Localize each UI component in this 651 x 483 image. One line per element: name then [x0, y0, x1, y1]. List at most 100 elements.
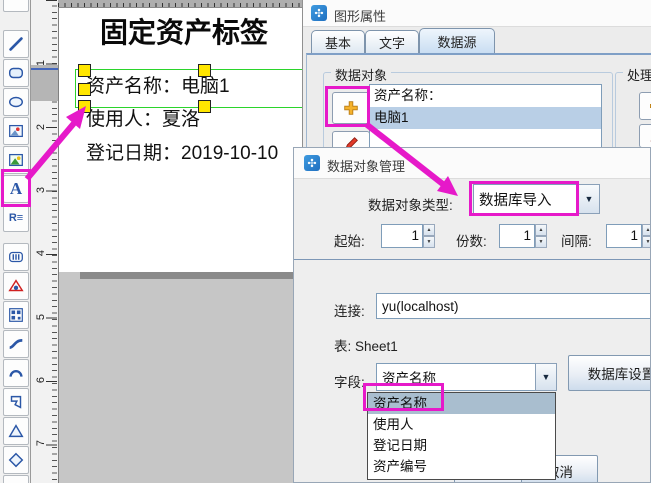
chevron-down-icon: ▼: [584, 194, 594, 204]
rounded-rect-tool-button[interactable]: [3, 59, 29, 87]
data-object-type-label: 数据对象类型:: [368, 198, 453, 213]
selection-handle[interactable]: [78, 83, 91, 96]
graphic-properties-dialog: ✣ 图形属性 基本 文字 数据源 数据对象 资产名称： 电脑1 处理: [302, 0, 651, 148]
tab-label: 数据源: [437, 35, 477, 50]
tab-basic[interactable]: 基本: [311, 30, 365, 54]
spinner-up-icon[interactable]: ▲: [423, 224, 435, 236]
label-field-date[interactable]: 登记日期：2019-10-10: [86, 138, 278, 165]
dropdown-item-selected[interactable]: 资产名称: [368, 393, 555, 414]
richtext-tool-button[interactable]: R≡: [3, 204, 29, 232]
curve-tool-button[interactable]: [3, 330, 29, 358]
page-shadow: [80, 272, 302, 279]
start-label: 起始:: [334, 234, 365, 249]
field-label: 字段:: [334, 375, 365, 390]
connection-field[interactable]: yu(localhost): [376, 293, 650, 319]
ruler-number: 4: [35, 249, 47, 257]
separator: [294, 259, 650, 260]
ruler-number: 7: [35, 439, 47, 447]
data-object-type-value[interactable]: 数据库导入: [473, 184, 577, 214]
start-spinner[interactable]: 1 ▲ ▼: [381, 224, 435, 248]
list-item[interactable]: 资产名称：: [370, 85, 601, 107]
curve-icon: [9, 339, 23, 349]
process-add-button[interactable]: [639, 92, 651, 120]
spinner-up-icon[interactable]: ▲: [642, 224, 650, 236]
richtext-icon: R≡: [8, 212, 24, 224]
text-tool-button[interactable]: A: [3, 175, 29, 203]
polygon-tool-button[interactable]: [3, 388, 29, 416]
copies-spinner[interactable]: 1 ▲ ▼: [499, 224, 547, 248]
spinner-up-icon[interactable]: ▲: [535, 224, 547, 236]
plus-icon: [344, 101, 358, 115]
group-title: 数据对象: [331, 65, 392, 84]
image-icon: [9, 124, 23, 138]
arc-tool-button[interactable]: [3, 359, 29, 387]
ruler-ticks: [58, 3, 302, 7]
copies-label: 份数:: [456, 234, 487, 249]
dropdown-item[interactable]: 资产编号: [368, 456, 555, 477]
label-field-user[interactable]: 使用人：夏洛: [86, 104, 200, 131]
add-data-object-button[interactable]: [332, 92, 370, 124]
tab-label: 基本: [324, 36, 351, 51]
type-dropdown-button[interactable]: ▼: [578, 184, 600, 214]
image-tool-button[interactable]: [3, 117, 29, 145]
diamond-icon: [8, 452, 24, 468]
barcode-tool-button[interactable]: [3, 243, 29, 271]
group-title: 处理: [623, 65, 651, 84]
spinner-down-icon[interactable]: ▼: [535, 236, 547, 248]
barcode-icon: [9, 251, 23, 263]
spinner-value[interactable]: 1: [499, 224, 535, 248]
picture-icon: [9, 153, 23, 167]
polygon-icon: [10, 395, 22, 409]
selection-handle[interactable]: [78, 64, 91, 77]
field-dropdown-list: 资产名称 使用人 登记日期 资产编号: [367, 392, 556, 480]
interval-spinner[interactable]: 1 ▲ ▼: [606, 224, 650, 248]
connection-label: 连接:: [334, 304, 365, 319]
dialog-title: 数据对象管理: [327, 159, 406, 174]
tab-datasource[interactable]: 数据源: [419, 28, 495, 54]
spinner-down-icon[interactable]: ▼: [423, 236, 435, 248]
process-edit-button[interactable]: [639, 124, 651, 148]
spinner-value[interactable]: 1: [381, 224, 423, 248]
dialog-titlebar[interactable]: ✣ 数据对象管理: [294, 148, 650, 179]
selection-handle[interactable]: [198, 100, 211, 113]
diamond-tool-button[interactable]: [3, 446, 29, 474]
edit-data-object-button[interactable]: [332, 131, 370, 148]
triangle-tool-button[interactable]: [3, 417, 29, 445]
spinner-down-icon[interactable]: ▼: [642, 236, 650, 248]
rotate-icon: [11, 0, 12, 1]
data-object-manager-dialog: ✣ 数据对象管理 数据对象类型: 数据库导入 ▼ 起始: 1 ▲ ▼ 份数: 1 …: [293, 147, 651, 483]
dropdown-item[interactable]: 登记日期: [368, 435, 555, 456]
data-object-list: 资产名称： 电脑1: [369, 84, 602, 148]
spinner-value[interactable]: 1: [606, 224, 642, 248]
picture-tool-button[interactable]: [3, 146, 29, 174]
rounded-rect-icon: [8, 67, 24, 79]
arc-icon: [9, 370, 23, 377]
field-dropdown-button[interactable]: ▼: [535, 363, 557, 391]
qrcode-tool-button[interactable]: [3, 301, 29, 329]
ruler-selection-extent: [31, 65, 58, 101]
shape-toolbar: A R≡: [0, 0, 31, 483]
qrcode-icon: [9, 308, 23, 322]
dialog-title: 图形属性: [334, 9, 387, 24]
list-item-selected[interactable]: 电脑1: [370, 107, 601, 129]
dialog-titlebar[interactable]: ✣ 图形属性: [303, 0, 651, 27]
chevron-down-icon: ▼: [541, 372, 551, 382]
interval-label: 间隔:: [561, 234, 592, 249]
app-window: A R≡ 1 2 3 4 5 6 7 固定资产标签 资产名称：电脑1 使用人：夏…: [0, 0, 651, 483]
ruler-number: 3: [35, 186, 47, 194]
logo-tool-button[interactable]: [3, 272, 29, 300]
line-tool-button[interactable]: [3, 30, 29, 58]
ellipse-tool-button[interactable]: [3, 88, 29, 116]
rotate-tool-button[interactable]: [3, 0, 29, 12]
ruler-number: 6: [35, 376, 47, 384]
label-title-text[interactable]: 固定资产标签: [100, 11, 300, 51]
partial-tool-button[interactable]: [3, 475, 29, 483]
database-settings-button[interactable]: 数据库设置: [568, 355, 650, 391]
selection-handle[interactable]: [78, 100, 91, 113]
tab-label: 文字: [378, 36, 405, 51]
field-combo-value[interactable]: 资产名称: [376, 363, 536, 391]
tab-text[interactable]: 文字: [365, 30, 419, 54]
selection-handle[interactable]: [198, 64, 211, 77]
dropdown-item[interactable]: 使用人: [368, 414, 555, 435]
line-icon: [9, 37, 23, 51]
